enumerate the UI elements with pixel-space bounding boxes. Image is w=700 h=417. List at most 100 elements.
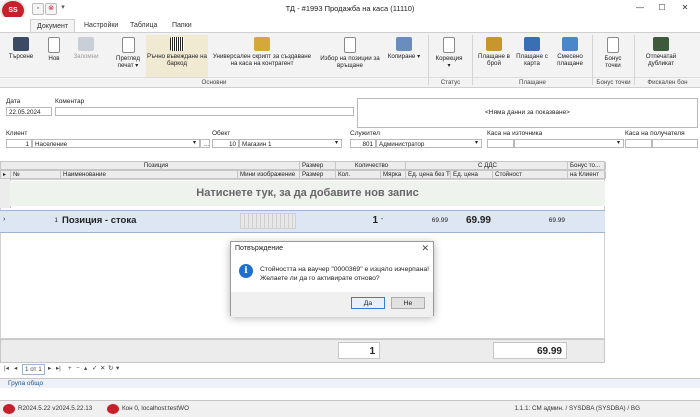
- source-cash-label: Каса на източника: [487, 130, 543, 137]
- date-label: Дата: [6, 98, 21, 105]
- maximize-icon[interactable]: ☐: [652, 2, 672, 14]
- source-cash-code-field[interactable]: [487, 139, 514, 148]
- save-label: Запомни: [73, 53, 99, 60]
- column-value[interactable]: Стойност: [493, 171, 568, 179]
- source-cash-field[interactable]: [514, 139, 624, 148]
- select-return-items-button[interactable]: Избор на позиции за връщане: [318, 35, 382, 77]
- new-document-icon: [48, 37, 60, 53]
- filter-icon[interactable]: ▸: [1, 171, 11, 179]
- copy-button[interactable]: Копиране ▾: [384, 35, 424, 77]
- column-size[interactable]: Размер: [300, 171, 336, 179]
- recipient-cash-label: Каса на получателя: [625, 130, 685, 137]
- chevron-down-icon[interactable]: ▾: [617, 139, 620, 148]
- nav-next-icon[interactable]: ▸: [48, 363, 51, 375]
- print-duplicate-label: Отпечатай дубликат: [645, 53, 677, 67]
- cash-payment-button[interactable]: Плащане в брой: [476, 35, 512, 77]
- new-label: Нов: [48, 55, 60, 62]
- fiscal-printer-icon: [653, 37, 669, 51]
- nav-delete-icon[interactable]: −: [76, 363, 80, 375]
- tab-table[interactable]: Таблица: [124, 19, 163, 32]
- employee-code-field[interactable]: 801: [350, 139, 376, 148]
- chevron-down-icon[interactable]: ▾: [193, 139, 196, 148]
- nav-add-icon[interactable]: +: [68, 363, 72, 375]
- nav-edit-icon[interactable]: ▴: [84, 363, 87, 375]
- tab-document[interactable]: Документ: [30, 19, 76, 33]
- chevron-down-icon[interactable]: ▾: [335, 139, 338, 148]
- group-main-label: Основни: [0, 77, 428, 87]
- group-summary-bar[interactable]: Група общо: [0, 378, 700, 388]
- column-unit[interactable]: Мярка: [381, 171, 406, 179]
- row-name: Позиция - стока: [62, 215, 137, 226]
- row-unit: -: [381, 216, 384, 223]
- version-text: R2024.5.22 v2024.5.22.13: [18, 405, 93, 412]
- no-data-text: <Няма данни за показване>: [485, 109, 570, 116]
- client-code-field[interactable]: 1: [6, 139, 32, 148]
- print-preview-button[interactable]: Преглед печат ▾: [108, 35, 148, 77]
- header-size-group: Размер: [300, 162, 336, 170]
- bonus-points-icon: [607, 37, 619, 53]
- row-qty: 1: [372, 215, 378, 226]
- date-field[interactable]: 22.05.2024: [6, 107, 52, 116]
- tab-settings[interactable]: Настройки: [78, 19, 124, 32]
- comment-field[interactable]: [55, 107, 354, 116]
- nav-post-icon[interactable]: ✓: [92, 363, 97, 375]
- cash-payment-icon: [486, 37, 502, 51]
- dialog-close-icon[interactable]: ✕: [421, 243, 429, 254]
- print-duplicate-button[interactable]: Отпечатай дубликат: [638, 35, 684, 77]
- nav-cancel-icon[interactable]: ✕: [100, 363, 105, 375]
- nav-refresh-icon[interactable]: ↻: [108, 363, 113, 375]
- page-indicator: 1 от 1: [22, 364, 45, 375]
- binoculars-icon: [13, 37, 29, 51]
- correction-label: Корекция: [435, 55, 463, 62]
- mixed-payment-button[interactable]: Смесено плащане: [552, 35, 588, 77]
- chevron-down-icon[interactable]: ▾: [475, 139, 478, 148]
- column-number[interactable]: №: [11, 171, 61, 179]
- bonus-points-button[interactable]: Бонус точки: [596, 35, 630, 77]
- column-mini-image[interactable]: Мини изображение: [238, 171, 300, 179]
- search-button[interactable]: Търсене: [4, 35, 38, 77]
- column-qty[interactable]: Кол.: [336, 171, 381, 179]
- status-logo-icon: [3, 404, 15, 414]
- mixed-payment-label: Смесено плащане: [557, 53, 583, 67]
- manual-barcode-button[interactable]: Ръчно въвеждане на баркод: [146, 35, 208, 77]
- recipient-cash-code-field[interactable]: [625, 139, 652, 148]
- add-new-row[interactable]: Натиснете тук, за да добавите нов запис: [10, 181, 605, 206]
- correction-button[interactable]: Корекция ▾: [430, 35, 468, 77]
- table-row[interactable]: › 1 Позиция - стока 1 - 69.99 69.99 69.9…: [0, 210, 605, 233]
- cash-payment-label: Плащане в брой: [478, 53, 510, 67]
- new-button[interactable]: Нов: [43, 35, 65, 77]
- recipient-cash-field[interactable]: [652, 139, 698, 148]
- column-bonus[interactable]: на Клиент: [568, 171, 606, 179]
- manual-barcode-label: Ръчно въвеждане на баркод: [147, 53, 207, 67]
- status-bar: R2024.5.22 v2024.5.22.13 Кон 0, localhos…: [0, 400, 700, 417]
- row-value: 69.99: [548, 217, 565, 224]
- object-name-field[interactable]: Магазин 1: [239, 139, 342, 148]
- client-more-button[interactable]: …: [200, 139, 210, 148]
- nav-last-icon[interactable]: ▸|: [56, 363, 61, 375]
- object-code-field[interactable]: 10: [212, 139, 239, 148]
- universal-script-button[interactable]: Универсален скрипт за създаване на каса …: [212, 35, 312, 77]
- employee-name-field[interactable]: Администратор: [376, 139, 482, 148]
- tab-folders[interactable]: Папки: [166, 19, 198, 32]
- column-price-no-to[interactable]: Ед. цена без ТО: [406, 171, 451, 179]
- close-icon[interactable]: ✕: [675, 2, 695, 14]
- card-payment-button[interactable]: Плащане с карта: [514, 35, 550, 77]
- confirmation-dialog: Потвърждение ✕ i Стойността на ваучер "0…: [230, 241, 434, 317]
- no-button[interactable]: Не: [391, 297, 425, 309]
- nav-first-icon[interactable]: |◂: [4, 363, 9, 375]
- info-panel: <Няма данни за показване>: [357, 98, 698, 128]
- column-price[interactable]: Ед. цена: [451, 171, 493, 179]
- minimize-icon[interactable]: —: [630, 2, 650, 14]
- row-number: 1: [54, 217, 58, 224]
- client-name-field[interactable]: Население: [32, 139, 200, 148]
- column-name[interactable]: Наименование: [61, 171, 238, 179]
- card-payment-label: Плащане с карта: [516, 53, 548, 67]
- grid-column-header: ▸ № Наименование Мини изображение Размер…: [0, 170, 606, 179]
- mixed-payment-icon: [562, 37, 578, 51]
- yes-button[interactable]: Да: [351, 297, 385, 309]
- nav-filter-icon[interactable]: ▾: [116, 363, 119, 375]
- nav-prev-icon[interactable]: ◂: [14, 363, 17, 375]
- group-status-label: Статус: [429, 77, 472, 87]
- save-button[interactable]: Запомни: [70, 35, 102, 77]
- card-payment-icon: [524, 37, 540, 51]
